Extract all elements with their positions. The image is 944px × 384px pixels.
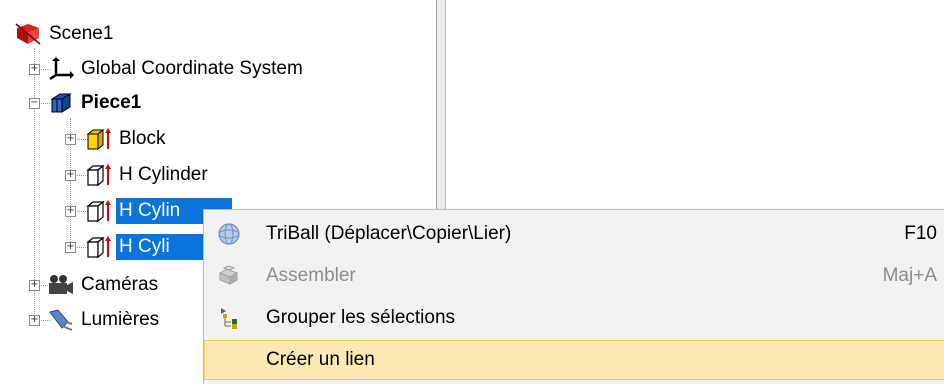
block-feature-icon [84, 127, 112, 151]
hole-feature-icon [84, 235, 112, 259]
scene-icon [14, 22, 42, 46]
menu-item-label: Créer un lien [266, 349, 375, 370]
expand-toggle[interactable]: + [65, 206, 76, 217]
coordinate-axes-icon [46, 57, 74, 81]
tree-node-label: Block [119, 128, 166, 149]
expand-toggle[interactable]: + [65, 242, 76, 253]
tree-node-block[interactable]: Block [84, 125, 168, 153]
tree-node-label: Scene1 [49, 23, 114, 44]
expand-toggle[interactable]: + [29, 315, 40, 326]
tree-node-piece1[interactable]: Piece1 [46, 89, 144, 117]
menu-item-triball[interactable]: TriBall (Déplacer\Copier\Lier) F10 [204, 214, 944, 254]
hole-feature-icon [84, 199, 112, 223]
expand-toggle[interactable]: + [29, 64, 40, 75]
menu-item-shortcut: F10 [904, 223, 937, 244]
hole-feature-icon [84, 163, 112, 187]
camera-icon [46, 273, 74, 297]
expand-toggle[interactable]: + [65, 170, 76, 181]
expand-toggle[interactable]: + [29, 280, 40, 291]
menu-item-assembler[interactable]: Assembler Maj+A [204, 256, 944, 296]
triball-icon [217, 222, 241, 246]
group-icon [217, 306, 241, 330]
tree-node-cameras[interactable]: Caméras [46, 271, 161, 299]
context-menu: TriBall (Déplacer\Copier\Lier) F10 Assem… [203, 209, 944, 384]
assemble-icon [217, 264, 241, 288]
tree-node-global-coordinate-system[interactable]: Global Coordinate System [46, 55, 306, 83]
tree-node-scene1[interactable]: Scene1 [14, 20, 116, 48]
tree-node-label: H Cylinder [119, 164, 208, 185]
tree-node-label: Piece1 [81, 92, 142, 113]
tree-node-label: Global Coordinate System [81, 58, 303, 79]
expand-toggle[interactable]: + [65, 134, 76, 145]
menu-item-label: Assembler [266, 265, 356, 286]
menu-item-label: Grouper les sélections [266, 307, 456, 328]
menu-item-grouper[interactable]: Grouper les sélections [204, 298, 944, 338]
part-icon [46, 91, 74, 115]
light-icon [46, 308, 74, 332]
tree-node-label: Caméras [81, 274, 159, 295]
tree-node-lights[interactable]: Lumières [46, 306, 162, 334]
collapse-toggle[interactable]: − [29, 98, 40, 109]
menu-item-label: TriBall (Déplacer\Copier\Lier) [266, 223, 512, 244]
tree-node-h-cylinder[interactable]: H Cylinder [84, 161, 211, 189]
tree-node-label: Lumières [81, 309, 160, 330]
menu-item-creer-lien[interactable]: Créer un lien [204, 340, 944, 380]
menu-item-shortcut: Maj+A [882, 265, 937, 286]
